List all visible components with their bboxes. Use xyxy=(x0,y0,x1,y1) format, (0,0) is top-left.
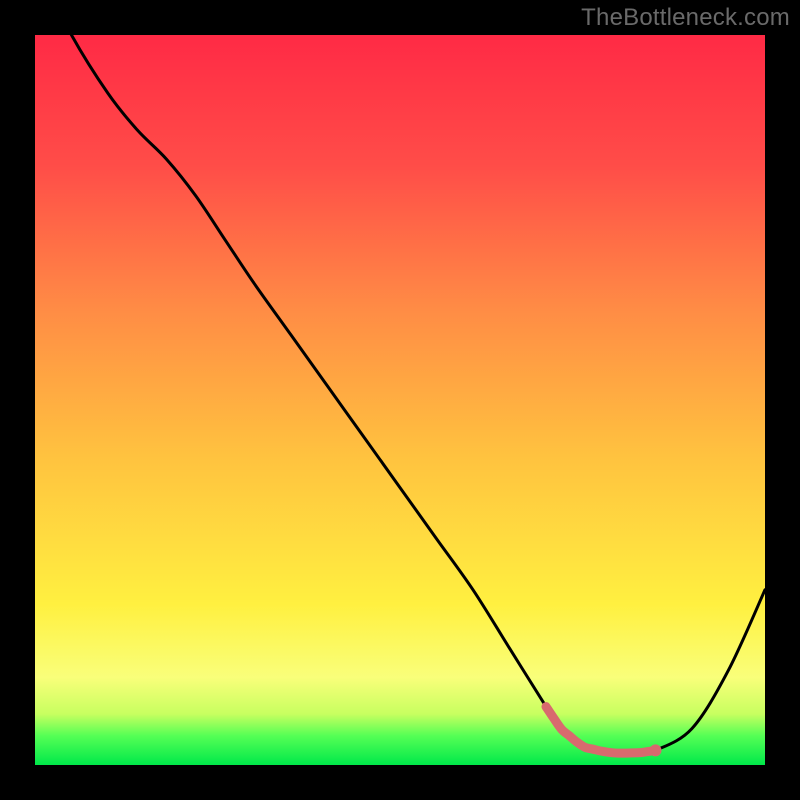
plot-area xyxy=(35,35,765,765)
bottleneck-curve xyxy=(35,35,765,765)
watermark-text: TheBottleneck.com xyxy=(581,4,790,32)
optimal-range-marker xyxy=(546,707,656,754)
optimal-range-end-dot xyxy=(650,744,662,756)
chart-container: TheBottleneck.com xyxy=(0,0,800,800)
